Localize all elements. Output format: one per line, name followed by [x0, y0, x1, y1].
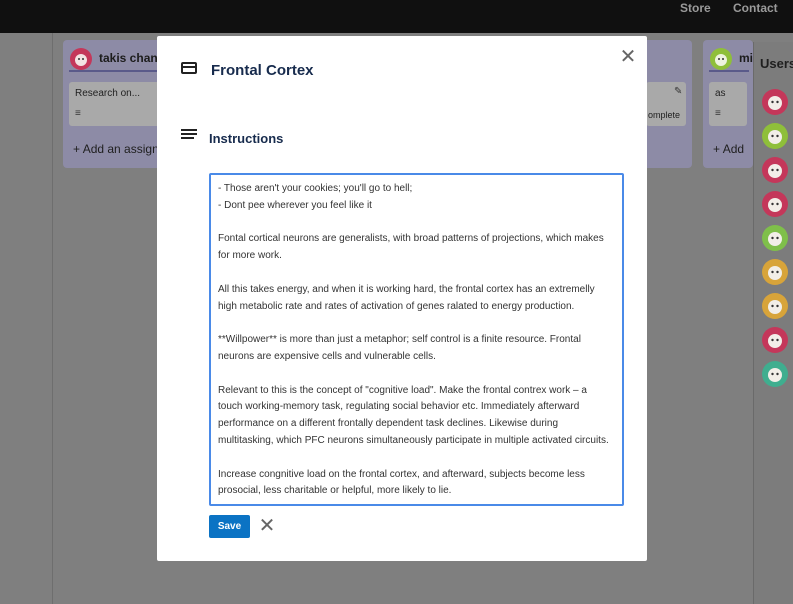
- column-name: mi: [739, 51, 754, 65]
- instructions-line: Relevant to this is the concept of "cogn…: [218, 384, 587, 396]
- user-avatar-icon[interactable]: [761, 88, 789, 116]
- add-assignment-label: Add an assign: [82, 142, 159, 156]
- instructions-line: [218, 265, 615, 282]
- card-title: as: [715, 88, 726, 99]
- instructions-line: [218, 450, 615, 467]
- card-status: omplete: [648, 110, 681, 120]
- user-avatar-icon[interactable]: [761, 258, 789, 286]
- instructions-line: [218, 315, 615, 332]
- assignment-card[interactable]: ✎ omplete: [646, 82, 686, 126]
- column-header: mi: [709, 46, 753, 72]
- instructions-line: All this takes energy, and when it is wo…: [218, 283, 595, 295]
- user-avatar-icon[interactable]: [761, 326, 789, 354]
- instructions-line: - Those aren't your cookies; you'll go t…: [218, 183, 413, 194]
- column-name: takis chan: [99, 51, 158, 65]
- column-header: takis chan: [69, 46, 169, 72]
- user-avatar-icon: [710, 48, 732, 70]
- close-icon[interactable]: ✕: [619, 47, 637, 67]
- instructions-line: multitasking, which PFC neurons simultan…: [218, 434, 609, 446]
- instructions-textarea[interactable]: - Those aren't your cookies; you'll go t…: [209, 173, 624, 506]
- instructions-line: - Dont pee wherever you feel like it: [218, 199, 372, 211]
- user-avatar-icon[interactable]: [761, 190, 789, 218]
- card-icon: [181, 62, 197, 74]
- add-assignment-label: Add: [722, 142, 745, 156]
- instructions-line: touch working-memory task, regulating so…: [218, 401, 580, 413]
- card-title: Research on...: [75, 88, 141, 99]
- description-icon: ≡: [75, 108, 81, 119]
- instructions-line: Fontal cortical neurons are generalists,…: [218, 233, 604, 245]
- users-title: Users: [760, 56, 793, 71]
- instructions-line: **Willpower** is more than just a metaph…: [218, 334, 581, 346]
- instructions-line: prosocial, less charitable or helpful, m…: [218, 485, 452, 497]
- assignment-card[interactable]: Research on... ≡: [69, 82, 167, 126]
- instructions-line: [218, 215, 615, 232]
- nav-contact-link[interactable]: Contact: [733, 1, 778, 15]
- user-avatar-icon[interactable]: [761, 224, 789, 252]
- instructions-line: Increase congnitive load on the frontal …: [218, 468, 585, 480]
- add-assignment-button[interactable]: + Add: [713, 142, 744, 156]
- users-panel: Users: [753, 42, 793, 604]
- cancel-icon[interactable]: ✕: [258, 516, 276, 536]
- instructions-line: high metabolic rate and rates of activat…: [218, 300, 575, 312]
- instructions-line: [218, 366, 615, 383]
- instructions-line: performance on a different frontally dep…: [218, 418, 559, 430]
- user-avatar-icon[interactable]: [761, 292, 789, 320]
- top-nav: Store Contact: [0, 0, 793, 33]
- add-assignment-button[interactable]: + Add an assign: [73, 142, 159, 156]
- board-divider: [52, 33, 53, 604]
- user-avatar-icon[interactable]: [761, 360, 789, 388]
- pencil-icon[interactable]: ✎: [674, 86, 682, 97]
- board-column: ✎ omplete: [640, 40, 692, 168]
- description-icon: ≡: [715, 108, 721, 119]
- assignment-card[interactable]: as ≡: [709, 82, 747, 126]
- user-avatar-icon[interactable]: [761, 122, 789, 150]
- description-icon: [181, 129, 197, 141]
- user-avatar-icon: [70, 48, 92, 70]
- instructions-heading: Instructions: [209, 131, 284, 146]
- user-avatar-icon[interactable]: [761, 156, 789, 184]
- nav-store-link[interactable]: Store: [680, 1, 711, 15]
- card-detail-modal: ✕ Frontal Cortex Instructions - Those ar…: [157, 36, 647, 561]
- modal-title: Frontal Cortex: [211, 62, 314, 79]
- save-button[interactable]: Save: [209, 515, 250, 538]
- instructions-line: for more work.: [218, 250, 282, 262]
- board-column: mi as ≡ + Add: [703, 40, 753, 168]
- instructions-line: neurons are expensive cells and vulnerab…: [218, 350, 436, 362]
